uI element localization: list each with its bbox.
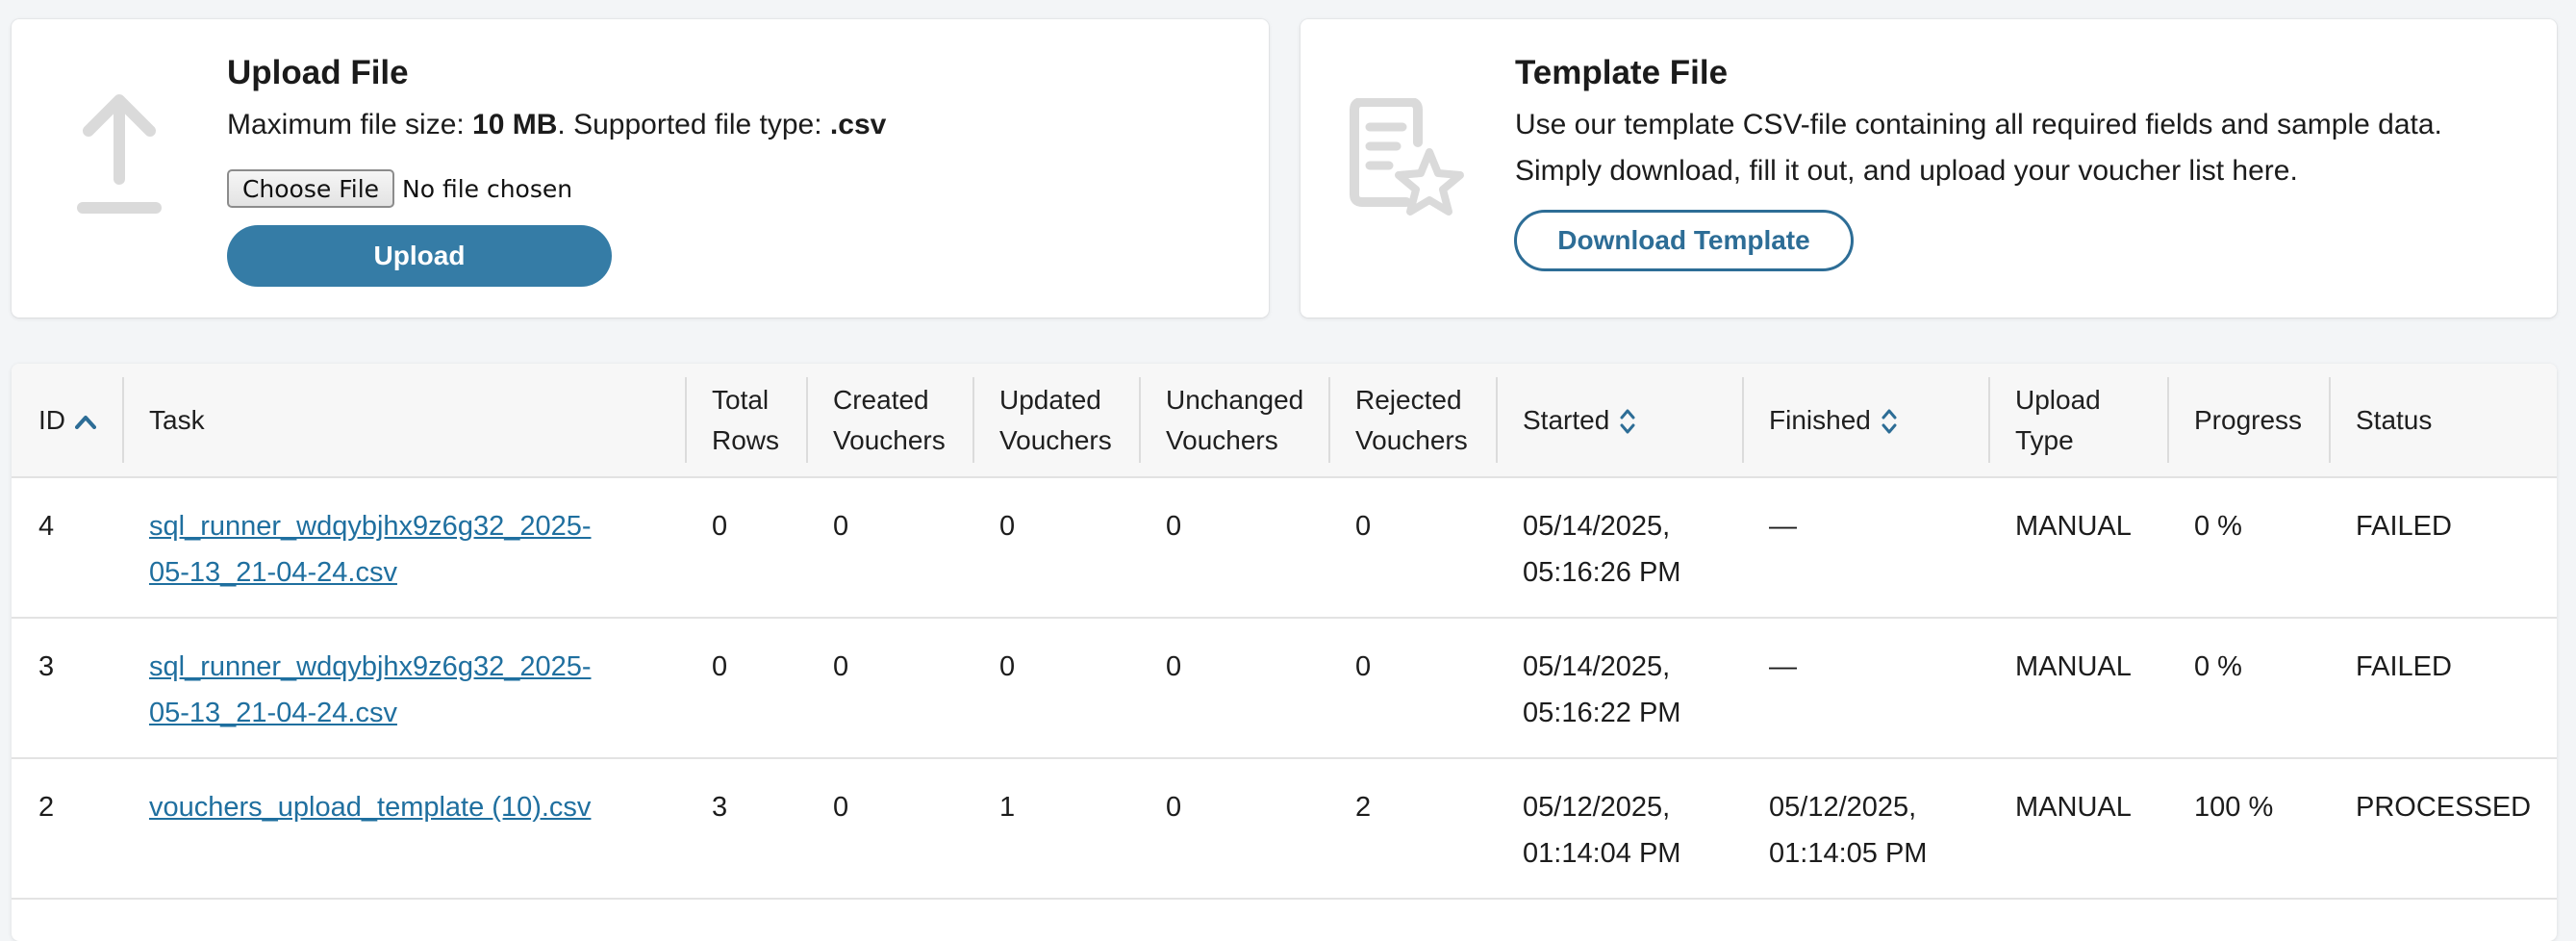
upload-file-card [12, 19, 1269, 318]
task-file-link[interactable]: sql_runner_wdqybjhx9z6g32_2025- 05-13_21-… [149, 651, 592, 728]
cell-rejected-vouchers: 0 [1328, 618, 1496, 759]
cell-finished: 05/12/2025, 01:14:05 PM [1742, 758, 1988, 900]
cell-status: FAILED [2329, 618, 2557, 759]
column-header-unchanged-vouchers: Unchanged Vouchers [1139, 364, 1328, 478]
column-header-progress: Progress [2167, 364, 2329, 478]
task-file-link[interactable]: vouchers_upload_template (10).csv [149, 792, 591, 823]
task-file-link[interactable]: sql_runner_wdqybjhx9z6g32_2025- 05-13_21-… [149, 511, 592, 588]
cell-status: FAILED [2329, 477, 2557, 619]
column-header-upload-type: Upload Type [1988, 364, 2167, 478]
upload-button[interactable]: Upload [227, 225, 612, 287]
upload-file-title: Upload File [227, 54, 409, 91]
cell-created-vouchers: 0 [806, 758, 972, 900]
column-header-updated-vouchers: Updated Vouchers [972, 364, 1139, 478]
cell-started: 05/14/2025, 05:16:26 PM [1496, 477, 1742, 619]
cell-upload-type: MANUAL [1988, 477, 2167, 619]
upload-file-description: Maximum file size: 10 MB. Supported file… [227, 109, 887, 140]
cell-progress: 0 % [2167, 618, 2329, 759]
column-header-started[interactable]: Started [1496, 364, 1742, 478]
cell-task: vouchers_upload_template (10).csv [122, 758, 685, 900]
cell-upload-type: MANUAL [1988, 758, 2167, 900]
sort-updown-icon [1620, 409, 1635, 434]
column-header-status: Status [2329, 364, 2557, 478]
file-input-status: No file chosen [402, 174, 573, 203]
column-header-id[interactable]: ID [12, 364, 122, 478]
table-row: 2 vouchers_upload_template (10).csv 3 0 … [12, 758, 2557, 900]
cell-id: 4 [12, 477, 122, 619]
cell-task: sql_runner_wdqybjhx9z6g32_2025- 05-13_21-… [122, 477, 685, 619]
upload-arrow-icon [77, 94, 162, 214]
cell-total-rows: 0 [685, 618, 806, 759]
cell-upload-type: MANUAL [1988, 618, 2167, 759]
cell-progress: 0 % [2167, 477, 2329, 619]
column-header-total-rows: Total Rows [685, 364, 806, 478]
cell-status: PROCESSED [2329, 758, 2557, 900]
cell-unchanged-vouchers: 0 [1139, 477, 1328, 619]
file-input[interactable]: Choose File No file chosen [227, 169, 572, 208]
column-header-created-vouchers: Created Vouchers [806, 364, 972, 478]
cell-task: sql_runner_wdqybjhx9z6g32_2025- 05-13_21-… [122, 618, 685, 759]
sort-updown-icon [1881, 409, 1897, 434]
table-row: 4 sql_runner_wdqybjhx9z6g32_2025- 05-13_2… [12, 477, 2557, 619]
template-description-line1: Use our template CSV-file containing all… [1515, 109, 2442, 140]
cell-finished: — [1742, 477, 1988, 619]
download-template-button[interactable]: Download Template [1514, 210, 1854, 271]
template-file-title: Template File [1515, 54, 1729, 91]
cell-updated-vouchers: 0 [972, 477, 1139, 619]
cell-id: 2 [12, 758, 122, 900]
chevron-up-icon [75, 416, 96, 430]
column-header-finished[interactable]: Finished [1742, 364, 1988, 478]
table-row: 3 sql_runner_wdqybjhx9z6g32_2025- 05-13_2… [12, 618, 2557, 759]
cell-created-vouchers: 0 [806, 618, 972, 759]
cell-updated-vouchers: 1 [972, 758, 1139, 900]
cell-progress: 100 % [2167, 758, 2329, 900]
cell-total-rows: 0 [685, 477, 806, 619]
cell-rejected-vouchers: 0 [1328, 477, 1496, 619]
table-header-row: ID Task Total Rows Created Vouchers Update… [12, 364, 2557, 478]
cell-unchanged-vouchers: 0 [1139, 758, 1328, 900]
cell-unchanged-vouchers: 0 [1139, 618, 1328, 759]
upload-tasks-table: ID Task Total Rows Created Vouchers Update… [12, 364, 2557, 941]
template-description-line2: Simply download, fill it out, and upload… [1515, 155, 2298, 187]
cell-id: 3 [12, 618, 122, 759]
cell-updated-vouchers: 0 [972, 618, 1139, 759]
cell-started: 05/14/2025, 05:16:22 PM [1496, 618, 1742, 759]
column-header-task: Task [122, 364, 685, 478]
cell-total-rows: 3 [685, 758, 806, 900]
column-header-rejected-vouchers: Rejected Vouchers [1328, 364, 1496, 478]
cell-rejected-vouchers: 2 [1328, 758, 1496, 900]
choose-file-button[interactable]: Choose File [227, 169, 394, 208]
cell-created-vouchers: 0 [806, 477, 972, 619]
cell-started: 05/12/2025, 01:14:04 PM [1496, 758, 1742, 900]
cell-finished: — [1742, 618, 1988, 759]
document-star-icon [1350, 98, 1464, 216]
